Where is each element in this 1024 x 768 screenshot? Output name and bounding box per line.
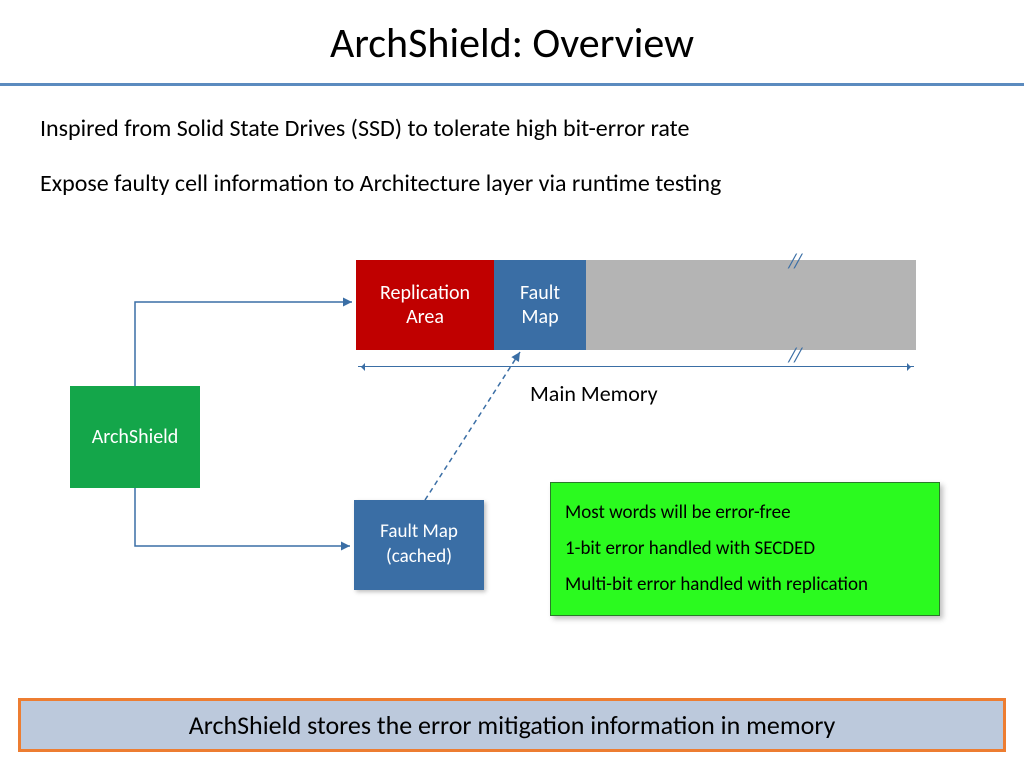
memory-dimension-line — [358, 366, 914, 367]
memory-fault-map: Fault Map — [494, 260, 586, 350]
memory-bar: Replication Area Fault Map // // — [356, 260, 916, 350]
callout-line-3: Multi-bit error handled with replication — [565, 567, 925, 603]
axis-break-icon: // — [788, 250, 800, 274]
callout-line-1: Most words will be error-free — [565, 495, 925, 531]
axis-break-icon: // — [788, 344, 800, 368]
page-title: ArchShield: Overview — [0, 0, 1024, 69]
fault-map-cached-box: Fault Map (cached) — [354, 500, 484, 590]
bullet-1: Inspired from Solid State Drives (SSD) t… — [40, 114, 984, 143]
bullet-2: Expose faulty cell information to Archit… — [40, 169, 984, 198]
memory-replication-area: Replication Area — [356, 260, 494, 350]
architecture-diagram: ArchShield Replication Area Fault Map //… — [0, 250, 1024, 680]
memory-label: Main Memory — [530, 380, 658, 407]
archshield-box: ArchShield — [70, 386, 200, 488]
callout-line-2: 1-bit error handled with SECDED — [565, 531, 925, 567]
bullet-list: Inspired from Solid State Drives (SSD) t… — [0, 86, 1024, 198]
summary-banner: ArchShield stores the error mitigation i… — [18, 698, 1006, 752]
info-callout: Most words will be error-free 1-bit erro… — [550, 482, 940, 616]
memory-rest: // // — [586, 260, 916, 350]
